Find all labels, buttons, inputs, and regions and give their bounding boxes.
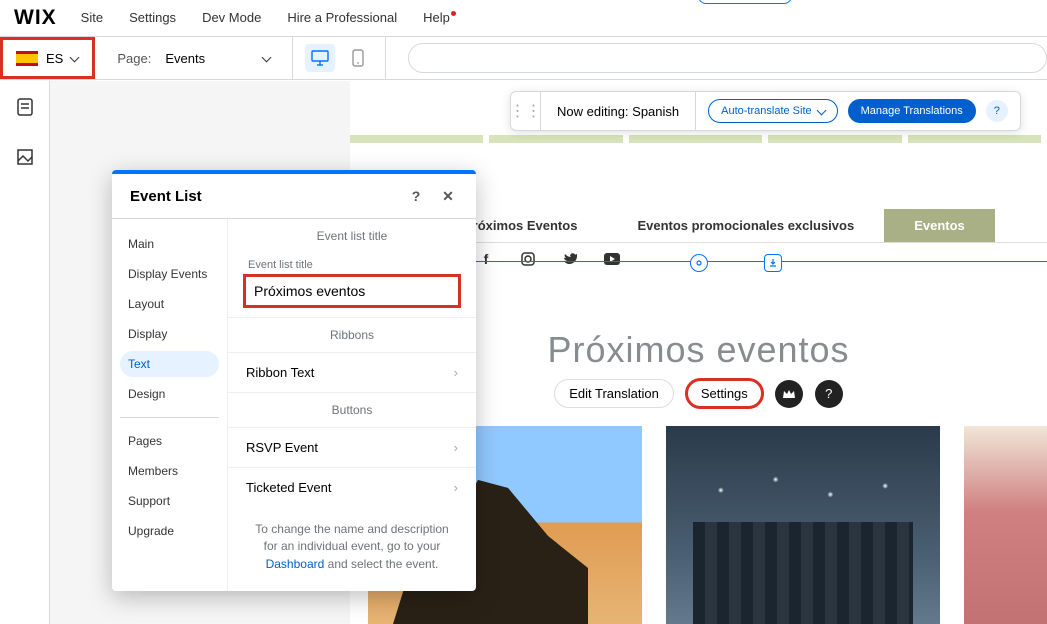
nav-separator <box>120 417 219 418</box>
page-label: Page: <box>117 51 151 66</box>
nav-main[interactable]: Main <box>120 231 219 257</box>
mobile-view-button[interactable] <box>343 44 373 72</box>
footer-note: To change the name and description for a… <box>228 507 476 591</box>
event-list-title-input[interactable] <box>244 275 460 307</box>
row-ribbon-text[interactable]: Ribbon Text › <box>228 352 476 392</box>
editing-toolbar[interactable]: ⋮⋮ Now editing: Spanish Auto-translate S… <box>510 91 1021 131</box>
nav-layout[interactable]: Layout <box>120 291 219 317</box>
help-icon[interactable]: ? <box>815 380 843 408</box>
section-resize-handle[interactable] <box>690 254 708 272</box>
chevron-right-icon: › <box>454 440 458 455</box>
group-ribbons: Ribbons <box>228 317 476 352</box>
settings-button[interactable]: Settings <box>686 379 763 408</box>
now-editing-label: Now editing: Spanish <box>541 92 696 130</box>
language-switcher[interactable]: ES <box>0 37 95 79</box>
menu-help-label: Help <box>423 10 450 25</box>
decorative-stripes <box>350 135 1047 143</box>
menu-hire[interactable]: Hire a Professional <box>287 10 397 25</box>
panel-title: Event List <box>130 188 202 205</box>
event-card-3[interactable] <box>964 426 1047 624</box>
auto-translate-button[interactable]: Auto-translate Site <box>708 99 838 123</box>
chevron-down-icon <box>816 105 826 115</box>
row-label: Ribbon Text <box>246 365 314 380</box>
event-card-2[interactable] <box>666 426 940 624</box>
nav-display-events[interactable]: Display Events <box>120 261 219 287</box>
manage-translations-button[interactable]: Manage Translations <box>848 99 976 123</box>
nav-pages[interactable]: Pages <box>120 428 219 454</box>
rail-page-icon[interactable] <box>16 97 34 122</box>
section-download-handle[interactable] <box>764 254 782 272</box>
nav-members[interactable]: Members <box>120 458 219 484</box>
menu-help[interactable]: Help <box>423 10 456 25</box>
chevron-right-icon: › <box>454 480 458 495</box>
image-icon <box>16 148 34 166</box>
drag-handle-icon[interactable]: ⋮⋮ <box>511 92 541 130</box>
language-code: ES <box>46 51 63 66</box>
page-name: Events <box>165 51 205 66</box>
chevron-down-icon <box>70 52 80 62</box>
mobile-icon <box>352 49 364 67</box>
nav-text[interactable]: Text <box>120 351 219 377</box>
menu-site[interactable]: Site <box>81 10 103 25</box>
edit-translation-button[interactable]: Edit Translation <box>554 379 674 408</box>
search-input[interactable] <box>408 43 1047 73</box>
row-rsvp[interactable]: RSVP Event › <box>228 427 476 467</box>
row-label: RSVP Event <box>246 440 318 455</box>
flag-spain-icon <box>16 51 38 66</box>
tab-eventos[interactable]: Eventos <box>884 209 995 242</box>
field-label-title: Event list title <box>228 253 476 275</box>
nav-design[interactable]: Design <box>120 381 219 407</box>
group-title: Event list title <box>228 219 476 253</box>
crown-icon[interactable] <box>775 380 803 408</box>
desktop-view-button[interactable] <box>305 44 335 72</box>
nav-support[interactable]: Support <box>120 488 219 514</box>
notification-dot-icon <box>451 11 456 16</box>
row-label: Ticketed Event <box>246 480 332 495</box>
page-dropdown[interactable]: Events <box>165 51 270 66</box>
group-buttons: Buttons <box>228 392 476 427</box>
nav-display[interactable]: Display <box>120 321 219 347</box>
menu-devmode[interactable]: Dev Mode <box>202 10 261 25</box>
chevron-down-icon <box>262 52 272 62</box>
row-ticketed[interactable]: Ticketed Event › <box>228 467 476 507</box>
panel-close-icon[interactable]: ✕ <box>438 188 458 205</box>
chevron-up-icon: ▲ <box>741 0 750 1</box>
collapsed-top-drawer[interactable]: ▲ <box>698 0 792 4</box>
chevron-right-icon: › <box>454 365 458 380</box>
rail-media-icon[interactable] <box>16 148 34 171</box>
panel-help-icon[interactable]: ? <box>406 188 426 204</box>
tab-exclusivos[interactable]: Eventos promocionales exclusivos <box>607 209 884 242</box>
nav-upgrade[interactable]: Upgrade <box>120 518 219 544</box>
dashboard-link[interactable]: Dashboard <box>266 557 325 571</box>
desktop-icon <box>311 50 329 66</box>
toolbar-help-icon[interactable]: ? <box>986 100 1008 122</box>
wix-logo[interactable]: WIX <box>14 6 57 30</box>
menu-settings[interactable]: Settings <box>129 10 176 25</box>
document-icon <box>16 97 34 117</box>
event-list-settings-panel: Event List ? ✕ Main Display Events Layou… <box>112 170 476 591</box>
